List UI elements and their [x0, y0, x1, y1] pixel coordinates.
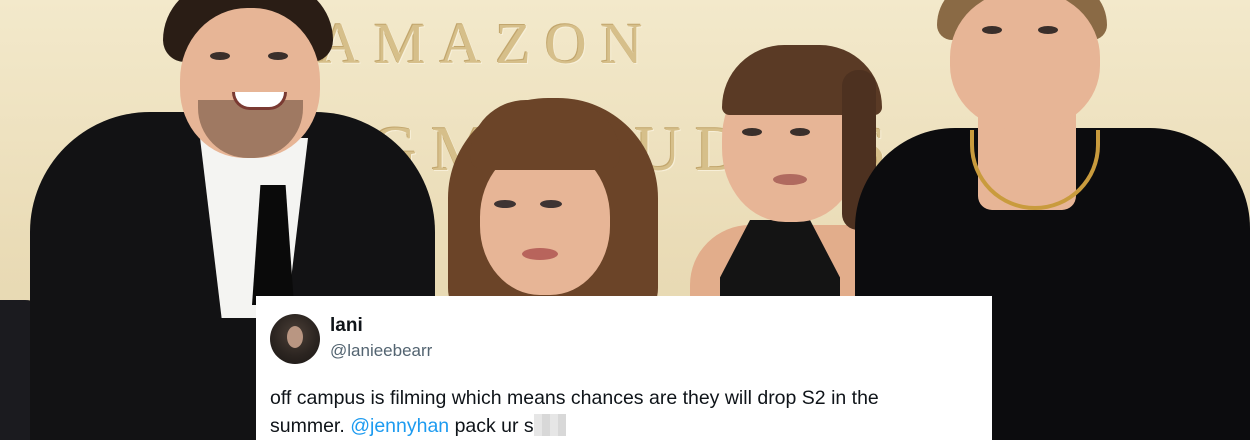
- tweet-text: off campus is filming which means chance…: [270, 384, 990, 440]
- tweet-text-line1: off campus is filming which means chance…: [270, 387, 879, 409]
- user-handle[interactable]: @lanieebearr: [330, 339, 432, 363]
- display-name[interactable]: lani: [330, 315, 432, 337]
- backdrop-logo-text: AMAZON: [318, 11, 657, 76]
- profile-avatar[interactable]: [270, 314, 320, 364]
- mention-link[interactable]: @jennyhan: [350, 415, 449, 437]
- tweet-author: lani @lanieebearr: [330, 315, 432, 363]
- tweet-card: lani @lanieebearr off campus is filming …: [256, 296, 992, 440]
- tweet-text-line2-start: summer.: [270, 415, 345, 437]
- tweet-header: lani @lanieebearr: [270, 308, 978, 370]
- censor-blur: [533, 414, 566, 436]
- tweet-text-line2-end: pack ur s: [454, 415, 534, 437]
- avatar-face: [287, 326, 303, 348]
